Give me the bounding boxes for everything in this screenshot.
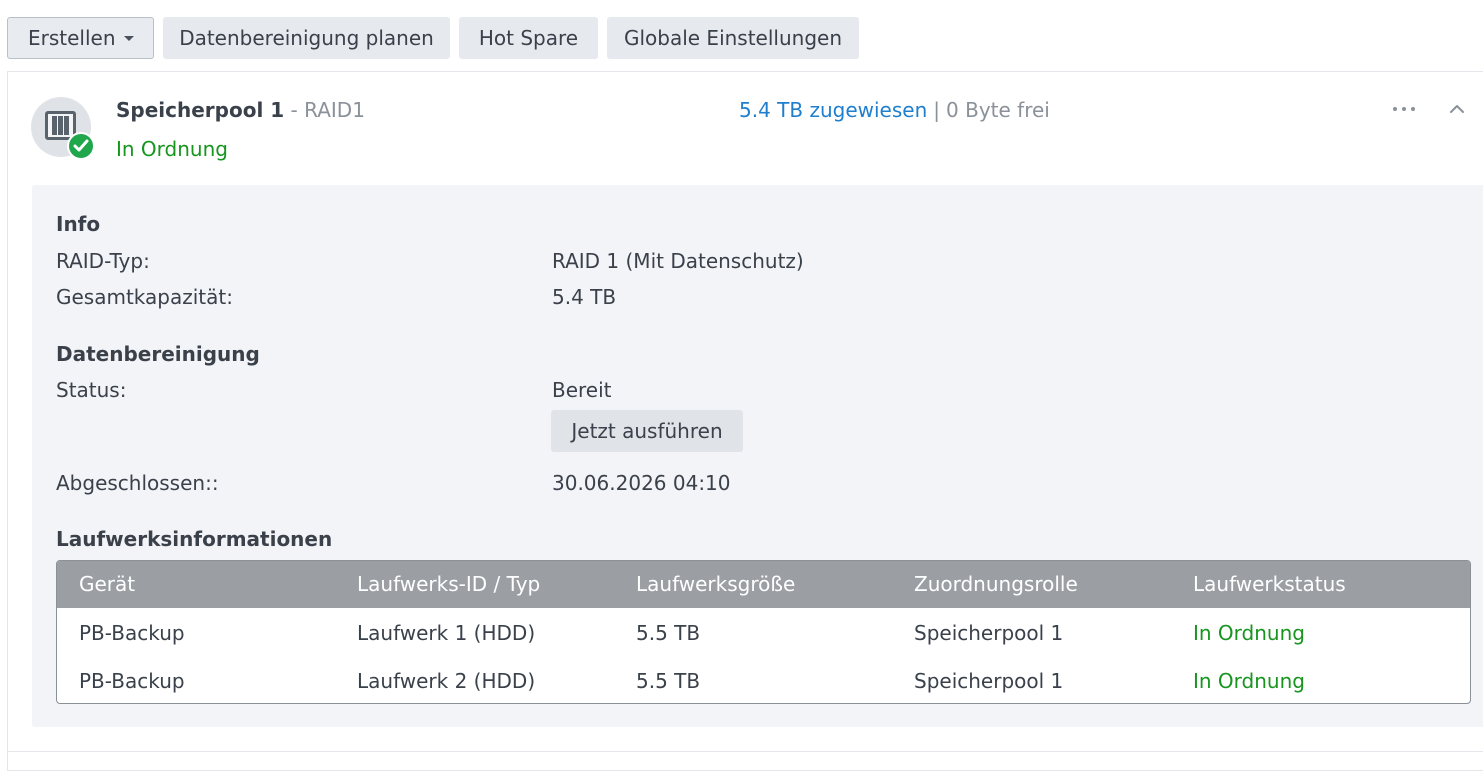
column-header-drive-size[interactable]: Laufwerksgröße [636, 561, 795, 608]
drive-info-heading: Laufwerksinformationen [56, 527, 333, 551]
schedule-scrubbing-button[interactable]: Datenbereinigung planen [163, 17, 450, 59]
check-badge-icon [67, 132, 95, 160]
hot-spare-button[interactable]: Hot Spare [459, 17, 598, 59]
drive-table: Gerät Laufwerks-ID / Typ Laufwerksgröße … [56, 560, 1471, 704]
raid-type-value: RAID 1 (Mit Datenschutz) [552, 249, 804, 273]
allocation-divider: | [933, 98, 941, 122]
create-button-label: Erstellen [28, 26, 116, 50]
drive-bay [52, 116, 57, 135]
cell-device: PB-Backup [79, 669, 185, 693]
storage-pool-icon [31, 97, 95, 160]
column-header-role[interactable]: Zuordnungsrolle [914, 561, 1078, 608]
column-header-drive-id[interactable]: Laufwerks-ID / Typ [357, 561, 540, 608]
info-heading: Info [56, 212, 101, 236]
pool-allocation: 5.4 TB zugewiesen | 0 Byte frei [739, 97, 1050, 123]
more-icon[interactable] [1393, 107, 1419, 113]
cell-role: Speicherpool 1 [914, 669, 1064, 693]
cell-drive-size: 5.5 TB [636, 669, 701, 693]
global-settings-button[interactable]: Globale Einstellungen [607, 17, 859, 59]
pool-title-separator: - [284, 98, 305, 122]
run-now-button[interactable]: Jetzt ausführen [551, 410, 743, 452]
pool-name: Speicherpool 1 [116, 98, 285, 122]
cell-drive-id: Laufwerk 2 (HDD) [357, 669, 536, 693]
storage-pool-card: Speicherpool 1 - RAID1 In Ordnung 5.4 TB… [7, 71, 1483, 771]
table-header: Gerät Laufwerks-ID / Typ Laufwerksgröße … [57, 561, 1470, 608]
cell-status: In Ordnung [1193, 669, 1305, 693]
capacity-value: 5.4 TB [552, 285, 617, 309]
column-header-device[interactable]: Gerät [79, 561, 135, 608]
pool-title: Speicherpool 1 - RAID1 [116, 97, 365, 123]
create-button[interactable]: Erstellen [7, 17, 154, 59]
table-row[interactable]: PB-Backup Laufwerk 1 (HDD) 5.5 TB Speich… [57, 609, 1470, 657]
table-row[interactable]: PB-Backup Laufwerk 2 (HDD) 5.5 TB Speich… [57, 657, 1470, 703]
drive-bay [64, 116, 69, 135]
pool-raid-level: RAID1 [304, 98, 365, 122]
cell-drive-size: 5.5 TB [636, 621, 701, 645]
pool-detail-panel: Info RAID-Typ: RAID 1 (Mit Datenschutz) … [32, 185, 1483, 727]
column-header-status[interactable]: Laufwerkstatus [1193, 561, 1346, 608]
cell-role: Speicherpool 1 [914, 621, 1064, 645]
allocated-link[interactable]: 5.4 TB zugewiesen [739, 98, 927, 122]
scrubbing-heading: Datenbereinigung [56, 342, 260, 366]
scrubbing-status-label: Status: [56, 378, 127, 402]
cell-status: In Ordnung [1193, 621, 1305, 645]
completed-label: Abgeschlossen:: [56, 471, 219, 495]
drive-bay [58, 116, 63, 135]
toolbar: Erstellen Datenbereinigung planen Hot Sp… [0, 0, 1483, 72]
caret-down-icon [123, 35, 134, 41]
scrubbing-status-value: Bereit [552, 378, 612, 402]
capacity-label: Gesamtkapazität: [56, 285, 233, 309]
chevron-up-icon[interactable] [1449, 100, 1465, 113]
raid-type-label: RAID-Typ: [56, 249, 150, 273]
card-divider [8, 751, 1483, 752]
pool-status: In Ordnung [116, 137, 228, 161]
free-space: 0 Byte frei [946, 98, 1050, 122]
completed-value: 30.06.2026 04:10 [552, 471, 731, 495]
cell-drive-id: Laufwerk 1 (HDD) [357, 621, 536, 645]
cell-device: PB-Backup [79, 621, 185, 645]
